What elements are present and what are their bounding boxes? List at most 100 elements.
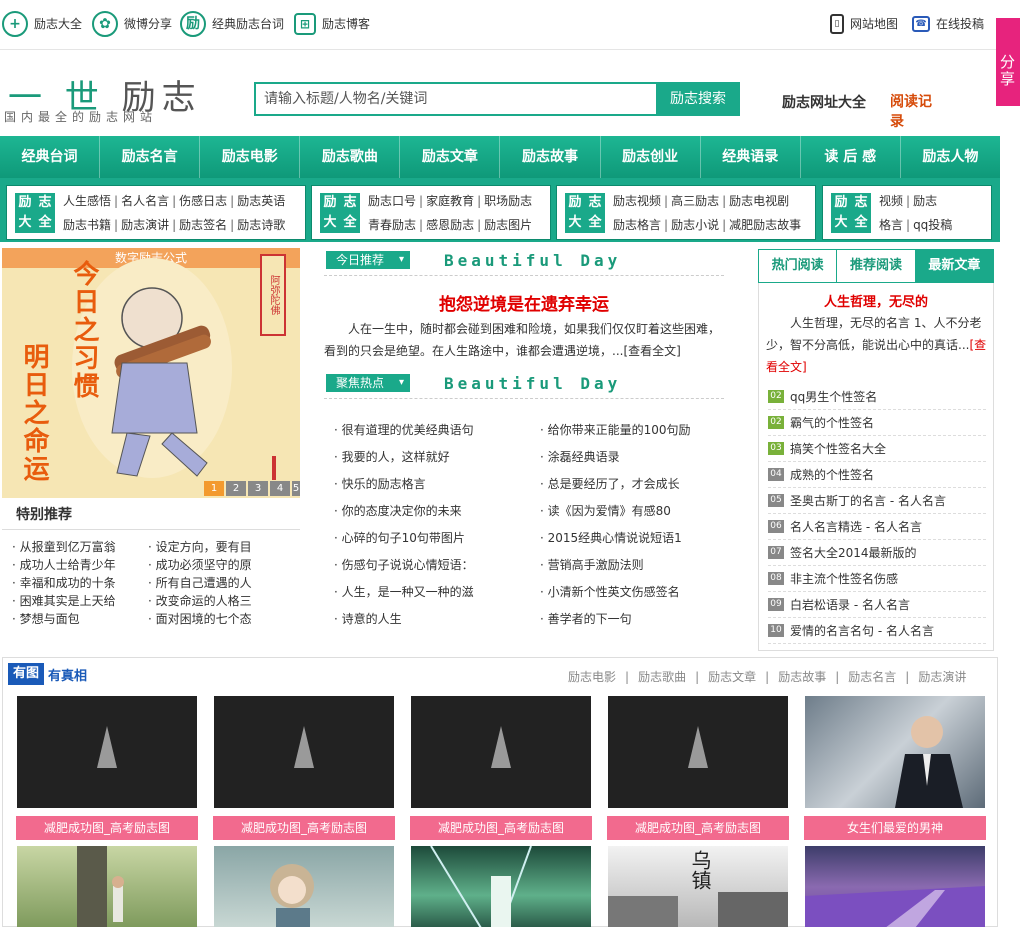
rank-item[interactable]: 08 非主流个性签名伤感 <box>768 566 986 592</box>
today-recommend-tag[interactable]: 今日推荐 <box>326 251 410 269</box>
cat-link[interactable]: 励志图片 <box>484 218 532 232</box>
hot-item[interactable]: · 快乐的励志格言 <box>334 475 426 492</box>
banner-page-1[interactable]: 1 <box>204 481 224 496</box>
special-item[interactable]: · 梦想与面包 <box>12 610 80 628</box>
hot-item[interactable]: · 我要的人，这样就好 <box>334 448 450 465</box>
hot-item[interactable]: · 总是要经历了，才会成长 <box>540 475 680 492</box>
banner-page-4[interactable]: 4 <box>270 481 290 496</box>
banner-slideshow[interactable]: 数字励志公式 阿弥陀佛 今日之习惯 明日之命运 1 2 3 4 5 <box>2 248 300 498</box>
rank-item[interactable]: 05 圣奥古斯丁的名言 - 名人名言 <box>768 488 986 514</box>
toplink-submit[interactable]: ☎ 在线投稿 <box>912 12 984 36</box>
photo-cat-link[interactable]: 励志故事 <box>778 670 826 684</box>
rank-item[interactable]: 02 qq男生个性签名 <box>768 384 986 410</box>
special-item[interactable]: · 幸福和成功的十条 <box>12 574 116 592</box>
tab-latest-articles[interactable]: 最新文章 <box>915 250 993 282</box>
photo-caption[interactable]: 女生们最爱的男神 <box>804 816 986 840</box>
photo-cat-link[interactable]: 励志电影 <box>568 670 616 684</box>
photo-man-portrait[interactable] <box>805 696 985 808</box>
search-button[interactable]: 励志搜索 <box>656 82 740 116</box>
nav-stories[interactable]: 励志故事 <box>500 136 601 178</box>
photo-caption[interactable]: 减肥成功图_高考励志图 <box>607 816 789 840</box>
hot-item[interactable]: · 心碎的句子10句带图片 <box>334 529 465 546</box>
photo-video-thumb[interactable] <box>214 696 394 808</box>
nav-songs[interactable]: 励志歌曲 <box>300 136 401 178</box>
special-item[interactable]: · 所有自己遭遇的人 <box>148 574 252 592</box>
banner-page-5[interactable]: 5 <box>292 481 300 496</box>
cat-link[interactable]: 人生感悟 <box>63 194 111 208</box>
cat-link[interactable]: 励志口号 <box>368 194 416 208</box>
toplink-encyclopedia[interactable]: + 励志大全 <box>2 11 82 37</box>
nav-classic-lines[interactable]: 经典台词 <box>0 136 101 178</box>
search-input[interactable] <box>256 84 656 114</box>
rank-item[interactable]: 03 搞笑个性签名大全 <box>768 436 986 462</box>
special-item[interactable]: · 改变命运的人格三 <box>148 592 252 610</box>
cat-link[interactable]: 高三励志 <box>671 194 719 208</box>
special-item[interactable]: · 成功人士给青少年 <box>12 556 116 574</box>
photo-cat-link[interactable]: 励志文章 <box>708 670 756 684</box>
hot-item[interactable]: · 人生，是一种又一种的滋 <box>334 583 474 600</box>
rank-item[interactable]: 10 爱情的名言名句 - 名人名言 <box>768 618 986 644</box>
tab-recommend-reading[interactable]: 推荐阅读 <box>837 250 916 282</box>
cat-link[interactable]: 名人名言 <box>121 194 169 208</box>
cat-link[interactable]: 励志 <box>913 194 937 208</box>
cat-link[interactable]: 格言 <box>879 218 903 232</box>
today-headline[interactable]: 抱怨逆境是在遗弃幸运 <box>324 290 724 315</box>
cat-link[interactable]: 励志书籍 <box>63 218 111 232</box>
cat-link[interactable]: 励志演讲 <box>121 218 169 232</box>
cat-link[interactable]: qq投稿 <box>913 218 952 232</box>
special-item[interactable]: · 困难其实是上天给 <box>12 592 116 610</box>
toplink-blog[interactable]: ⊞ 励志博客 <box>294 12 370 36</box>
nav-startup[interactable]: 励志创业 <box>601 136 701 178</box>
rank-item[interactable]: 02 霸气的个性签名 <box>768 410 986 436</box>
nav-reviews[interactable]: 读 后 感 <box>801 136 901 178</box>
banner-page-3[interactable]: 3 <box>248 481 268 496</box>
hot-item[interactable]: · 小清新个性英文伤感签名 <box>540 583 680 600</box>
hot-item[interactable]: · 2015经典心情说说短语1 <box>540 529 682 546</box>
cat-link[interactable]: 励志签名 <box>179 218 227 232</box>
hot-item[interactable]: · 善学者的下一句 <box>540 610 632 627</box>
photo-lavender-field[interactable] <box>805 846 985 927</box>
special-item[interactable]: · 设定方向，要有目 <box>148 538 252 556</box>
share-tab[interactable]: 分享 <box>996 18 1020 106</box>
photo-caption[interactable]: 减肥成功图_高考励志图 <box>16 816 198 840</box>
cat-link[interactable]: 感恩励志 <box>426 218 474 232</box>
hot-item[interactable]: · 很有道理的优美经典语句 <box>334 421 474 438</box>
photo-tree-girl[interactable] <box>17 846 197 927</box>
hot-item[interactable]: · 诗意的人生 <box>334 610 402 627</box>
cat-link[interactable]: 励志诗歌 <box>237 218 285 232</box>
cat-link[interactable]: 青春励志 <box>368 218 416 232</box>
nav-movies[interactable]: 励志电影 <box>200 136 301 178</box>
hot-item[interactable]: · 你的态度决定你的未来 <box>334 502 462 519</box>
photo-cat-link[interactable]: 励志歌曲 <box>638 670 686 684</box>
special-item[interactable]: · 成功必须坚守的原 <box>148 556 252 574</box>
photo-caption[interactable]: 减肥成功图_高考励志图 <box>410 816 592 840</box>
nav-people[interactable]: 励志人物 <box>901 136 1000 178</box>
hot-item[interactable]: · 读《因为爱情》有感80 <box>540 502 671 519</box>
site-nav-link[interactable]: 励志网址大全 <box>782 92 866 112</box>
photo-cat-link[interactable]: 励志名言 <box>848 670 896 684</box>
rank-item[interactable]: 07 签名大全2014最新版的 <box>768 540 986 566</box>
nav-articles[interactable]: 励志文章 <box>400 136 501 178</box>
cat-link[interactable]: 减肥励志故事 <box>729 218 801 232</box>
photo-anime-girl[interactable] <box>214 846 394 927</box>
hot-item[interactable]: · 涂磊经典语录 <box>540 448 620 465</box>
hot-focus-tag[interactable]: 聚焦热点 <box>326 374 410 392</box>
toplink-classic-lines[interactable]: 励 经典励志台词 <box>180 11 284 37</box>
photo-video-thumb[interactable] <box>17 696 197 808</box>
nav-sayings[interactable]: 经典语录 <box>701 136 801 178</box>
tab-hot-reading[interactable]: 热门阅读 <box>759 250 838 282</box>
cat-link[interactable]: 伤感日志 <box>179 194 227 208</box>
cat-link[interactable]: 励志英语 <box>237 194 285 208</box>
cat-link[interactable]: 家庭教育 <box>426 194 474 208</box>
banner-page-2[interactable]: 2 <box>226 481 246 496</box>
cat-link[interactable]: 视频 <box>879 194 903 208</box>
photo-video-thumb[interactable] <box>411 696 591 808</box>
hot-item[interactable]: · 给你带来正能量的100句励 <box>540 421 691 438</box>
cat-link[interactable]: 励志视频 <box>613 194 661 208</box>
reading-history-link[interactable]: 阅读记录 <box>890 92 940 132</box>
photo-wuzhen-town[interactable]: 乌镇 <box>608 846 788 927</box>
rank-item[interactable]: 09 白岩松语录 - 名人名言 <box>768 592 986 618</box>
cat-link[interactable]: 励志小说 <box>671 218 719 232</box>
special-item[interactable]: · 面对困境的七个态 <box>148 610 252 628</box>
rank-item[interactable]: 06 名人名言精选 - 名人名言 <box>768 514 986 540</box>
